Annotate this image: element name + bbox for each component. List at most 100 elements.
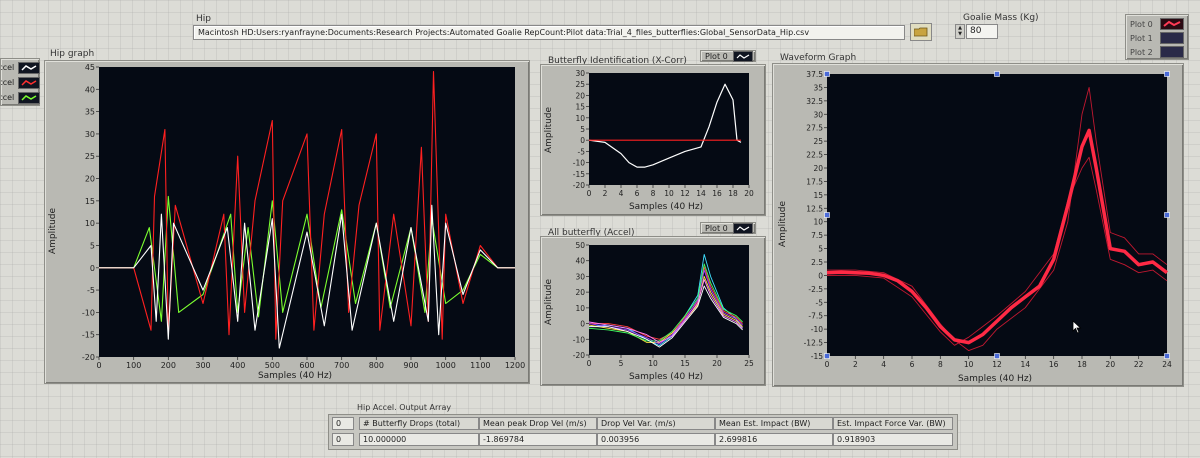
x-tick-label: 6 bbox=[635, 189, 640, 198]
decrement-icon[interactable]: ▼ bbox=[958, 32, 962, 37]
y-tick-label: 20 bbox=[85, 175, 95, 184]
col-index-input[interactable]: 0 bbox=[332, 433, 354, 446]
all-butterfly-graph-chart[interactable]: 50403020100-10-200 5 10 15 20 25 bbox=[541, 237, 765, 385]
browse-folder-button[interactable] bbox=[910, 23, 932, 41]
xcorr-graph-chart[interactable]: 302520151050-5-10-15-200 2 4 6 8 10 12 14 16 18 20 bbox=[541, 65, 765, 215]
output-value-cell[interactable]: -1.869784 bbox=[479, 433, 597, 446]
y-tick-label: -20 bbox=[82, 353, 95, 362]
y-tick-label: 0 bbox=[90, 264, 95, 273]
all-butterfly-graph-ylabel: Amplitude bbox=[544, 278, 554, 326]
x-tick-label: 20 bbox=[744, 189, 754, 198]
x-tick-label: 2 bbox=[853, 360, 858, 369]
x-tick-label: 20 bbox=[1106, 360, 1116, 369]
plot-legend-label: Plot 1 bbox=[1130, 33, 1153, 43]
goalie-mass-value: 80 bbox=[970, 26, 982, 36]
x-tick-label: 1200 bbox=[505, 361, 525, 370]
y-tick-label: 25 bbox=[813, 137, 823, 146]
file-path-input[interactable]: Macintosh HD:Users:ryanfrayne:Documents:… bbox=[193, 25, 905, 40]
hip-legend-label: Accel bbox=[1, 63, 15, 72]
x-tick-label: 14 bbox=[696, 189, 706, 198]
all-butterfly-legend[interactable]: Plot 0 bbox=[700, 222, 756, 234]
x-tick-label: 0 bbox=[587, 189, 592, 198]
y-tick-label: 20 bbox=[575, 91, 585, 100]
x-tick-label: 12 bbox=[680, 189, 690, 198]
y-tick-label: -20 bbox=[573, 181, 585, 190]
x-tick-label: 1100 bbox=[470, 361, 490, 370]
increment-icon[interactable]: ▲ bbox=[958, 25, 962, 31]
x-tick-label: 18 bbox=[1077, 360, 1087, 369]
hip-graph-xlabel: Samples (40 Hz) bbox=[257, 371, 333, 381]
hip-graph-chart[interactable]: 454035302520151050-5-10-15-200 100 200 300 4… bbox=[45, 61, 529, 383]
y-tick-label: 40 bbox=[575, 257, 585, 266]
y-tick-label: 10 bbox=[575, 304, 585, 313]
output-value-text: 0.918903 bbox=[837, 435, 876, 444]
waveform-graph-title: Waveform Graph bbox=[780, 53, 857, 63]
output-value-text: 0.003956 bbox=[601, 435, 640, 444]
y-tick-label: 5 bbox=[818, 245, 823, 254]
plot-legend-item[interactable]: Plot 1 bbox=[1126, 31, 1188, 45]
y-tick-label: 10 bbox=[575, 114, 585, 123]
output-value-text: -1.869784 bbox=[483, 435, 525, 444]
output-header-text: Mean peak Drop Vel (m/s) bbox=[483, 419, 587, 428]
output-value-cell[interactable]: 10.000000 bbox=[359, 433, 479, 446]
xcorr-graph-ylabel: Amplitude bbox=[544, 106, 554, 154]
y-tick-label: 27.5 bbox=[806, 124, 823, 133]
y-tick-label: 25 bbox=[85, 152, 95, 161]
line-style-icon bbox=[733, 51, 753, 62]
x-tick-label: 15 bbox=[680, 359, 690, 368]
y-tick-label: -5 bbox=[816, 298, 824, 307]
y-tick-label: -12.5 bbox=[804, 339, 824, 348]
output-value-cell[interactable]: 0.918903 bbox=[833, 433, 953, 446]
y-tick-label: 35 bbox=[85, 108, 95, 117]
x-tick-label: 0 bbox=[587, 359, 592, 368]
plot-area bbox=[589, 73, 749, 185]
line-style-icon bbox=[18, 77, 40, 89]
x-tick-label: 25 bbox=[744, 359, 754, 368]
y-tick-label: 37.5 bbox=[806, 70, 823, 79]
plot-legend: Plot 0 Plot 1 Plot 2 bbox=[1125, 14, 1189, 60]
goalie-mass-label: Goalie Mass (Kg) bbox=[963, 13, 1039, 23]
line-style-icon bbox=[1160, 46, 1184, 58]
line-style-icon bbox=[1160, 32, 1184, 44]
xcorr-legend[interactable]: Plot 0 bbox=[700, 50, 756, 62]
plot-legend-label: Plot 2 bbox=[1130, 47, 1153, 57]
row-index-input[interactable]: 0 bbox=[332, 417, 354, 430]
x-tick-label: 300 bbox=[195, 361, 210, 370]
hip-legend-label: Accel bbox=[1, 78, 15, 87]
x-tick-label: 24 bbox=[1162, 360, 1172, 369]
folder-icon bbox=[914, 27, 928, 37]
output-value-cell[interactable]: 0.003956 bbox=[597, 433, 715, 446]
x-tick-label: 0 bbox=[825, 360, 830, 369]
x-tick-label: 700 bbox=[334, 361, 349, 370]
y-tick-label: 7.5 bbox=[811, 231, 823, 240]
resize-handle bbox=[824, 353, 830, 359]
col-index-value: 0 bbox=[336, 435, 342, 444]
hip-graph-ylabel: Amplitude bbox=[48, 207, 58, 255]
plot-area bbox=[827, 74, 1167, 356]
waveform-graph-xlabel: Samples (40 Hz) bbox=[957, 374, 1033, 384]
resize-handle bbox=[994, 71, 1000, 77]
hip-legend-item[interactable]: Accel bbox=[1, 92, 41, 104]
x-tick-label: 10 bbox=[964, 360, 974, 369]
plot-legend-item[interactable]: Plot 2 bbox=[1126, 45, 1188, 59]
y-tick-label: 0 bbox=[818, 271, 823, 280]
xcorr-graph-panel: 30 25 20 15 10 5 0 -5 -10 -15 -20 0 2 4 6 8 10 12 14 16 18 20… bbox=[540, 64, 766, 216]
waveform-graph-chart[interactable]: 37.53532.53027.52522.52017.51512.5107.55… bbox=[773, 64, 1183, 386]
x-tick-label: 12 bbox=[992, 360, 1002, 369]
y-tick-label: 10 bbox=[85, 219, 95, 228]
hip-legend-item[interactable]: Accel bbox=[1, 62, 41, 74]
plot-legend-item[interactable]: Plot 0 bbox=[1126, 17, 1188, 31]
y-tick-label: 22.5 bbox=[806, 151, 823, 160]
goalie-mass-stepper[interactable]: ▲ ▼ bbox=[955, 24, 965, 39]
hip-graph-title: Hip graph bbox=[50, 49, 95, 59]
x-tick-label: 10 bbox=[664, 189, 674, 198]
file-path-label: Hip bbox=[196, 14, 211, 24]
output-value-cell[interactable]: 2.699816 bbox=[715, 433, 833, 446]
x-tick-label: 16 bbox=[712, 189, 722, 198]
all-butterfly-graph-xlabel: Samples (40 Hz) bbox=[628, 372, 704, 382]
goalie-mass-input[interactable]: 80 bbox=[966, 24, 998, 39]
row-index-value: 0 bbox=[336, 419, 342, 428]
hip-graph-panel: 45 40 35 30 25 20 15 10 5 0 -5 -10 -15 -20 0 100 200 300 4… bbox=[44, 60, 530, 384]
hip-legend-item[interactable]: Accel bbox=[1, 77, 41, 89]
output-header-cell: Mean peak Drop Vel (m/s) bbox=[479, 417, 597, 430]
